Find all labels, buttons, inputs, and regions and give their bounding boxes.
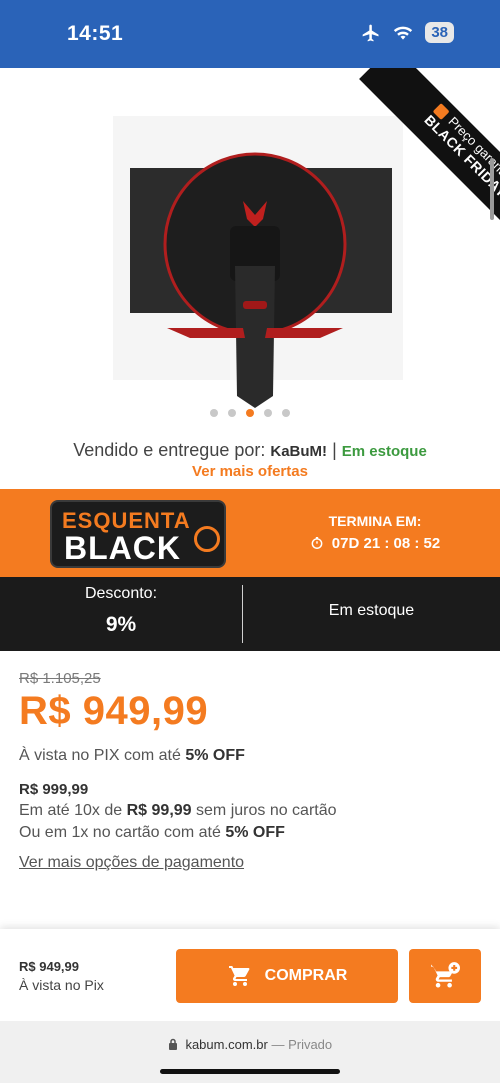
bottom-price: R$ 949,99 xyxy=(19,959,79,974)
installment-prefix: Em até 10x de xyxy=(19,802,123,819)
promo-banner[interactable]: ESQUENTA BLACK TERMINA EM: 07D 21 : 08 :… xyxy=(0,489,500,577)
seller-name: KaBuM! xyxy=(270,443,328,460)
battery-indicator: 38 xyxy=(425,22,454,43)
info-bar: Desconto: 9% Em estoque xyxy=(0,577,500,651)
old-price: R$ 1.105,25 xyxy=(19,670,101,687)
pix-text: À vista no PIX com até xyxy=(19,747,181,764)
seller-line: Vendido e entregue por: KaBuM! | Em esto… xyxy=(0,440,500,461)
carousel-dot[interactable] xyxy=(228,409,236,417)
pix-line: À vista no PIX com até 5% OFF xyxy=(19,742,249,770)
cart-icon xyxy=(228,966,250,986)
logo-badge-icon xyxy=(194,526,220,552)
home-indicator[interactable] xyxy=(160,1069,340,1074)
page-scrollbar[interactable] xyxy=(490,158,494,220)
logo-line-2: BLACK xyxy=(64,530,181,566)
main-price: R$ 949,99 xyxy=(19,689,209,733)
seller-stock: Em estoque xyxy=(341,443,427,460)
esquenta-black-logo: ESQUENTA BLACK xyxy=(50,500,226,568)
status-bar: 14:51 38 xyxy=(0,0,500,68)
lock-icon xyxy=(168,1038,177,1050)
add-to-cart-button[interactable] xyxy=(409,949,481,1003)
one-x-prefix: Ou em 1x no cartão com até xyxy=(19,824,221,841)
pix-discount: 5% OFF xyxy=(185,747,245,764)
installment-suffix: sem juros no cartão xyxy=(196,802,337,819)
one-x-discount: 5% OFF xyxy=(225,824,285,841)
price-section: R$ 1.105,25 R$ 949,99 À vista no PIX com… xyxy=(19,670,479,872)
url-domain: kabum.com.br xyxy=(185,1037,268,1052)
discount-value: 9% xyxy=(105,613,137,636)
url-bar[interactable]: kabum.com.br — Privado xyxy=(0,1037,500,1052)
carousel-dot[interactable] xyxy=(282,409,290,417)
wifi-icon xyxy=(394,26,413,40)
carousel-dot[interactable] xyxy=(264,409,272,417)
discount-block: Desconto: 9% xyxy=(0,577,242,651)
countdown: 07D 21 : 08 : 52 xyxy=(331,535,441,552)
buy-button[interactable]: COMPRAR xyxy=(176,949,398,1003)
black-friday-ribbon: Preço garantido BLACK FRIDAY xyxy=(328,68,500,240)
more-payment-link[interactable]: Ver mais opções de pagamento xyxy=(19,854,479,872)
carousel-dot[interactable] xyxy=(210,409,218,417)
cart-plus-icon xyxy=(431,962,460,988)
more-offers-link[interactable]: Ver mais ofertas xyxy=(0,463,500,480)
one-x-line: Ou em 1x no cartão com até 5% OFF xyxy=(19,824,479,842)
discount-label: Desconto: xyxy=(84,585,158,602)
product-image-area[interactable]: Preço garantido BLACK FRIDAY xyxy=(0,68,500,428)
status-icons: 38 xyxy=(361,22,454,43)
seller-prefix: Vendido e entregue por: xyxy=(73,440,266,460)
carousel-dots[interactable] xyxy=(0,409,500,417)
installment-line: Em até 10x de R$ 99,99 sem juros no cart… xyxy=(19,802,479,820)
status-time: 14:51 xyxy=(67,22,124,45)
installment-value: R$ 99,99 xyxy=(126,802,192,819)
carousel-dot-active[interactable] xyxy=(246,409,254,417)
timer-label: TERMINA EM: xyxy=(328,513,422,529)
airplane-icon xyxy=(362,24,379,41)
private-label: — Privado xyxy=(271,1037,333,1052)
bottom-price-sub: À vista no Pix xyxy=(19,977,104,993)
browser-bar: kabum.com.br — Privado xyxy=(0,1021,500,1083)
buy-button-label: COMPRAR xyxy=(264,967,348,984)
stopwatch-icon xyxy=(311,537,323,549)
card-price: R$ 999,99 xyxy=(19,781,89,798)
bottom-buy-bar: R$ 949,99 À vista no Pix COMPRAR xyxy=(0,929,500,1021)
seller-separator: | xyxy=(332,440,337,460)
promo-timer: TERMINA EM: 07D 21 : 08 : 52 xyxy=(300,513,450,552)
stock-status: Em estoque xyxy=(328,602,415,619)
